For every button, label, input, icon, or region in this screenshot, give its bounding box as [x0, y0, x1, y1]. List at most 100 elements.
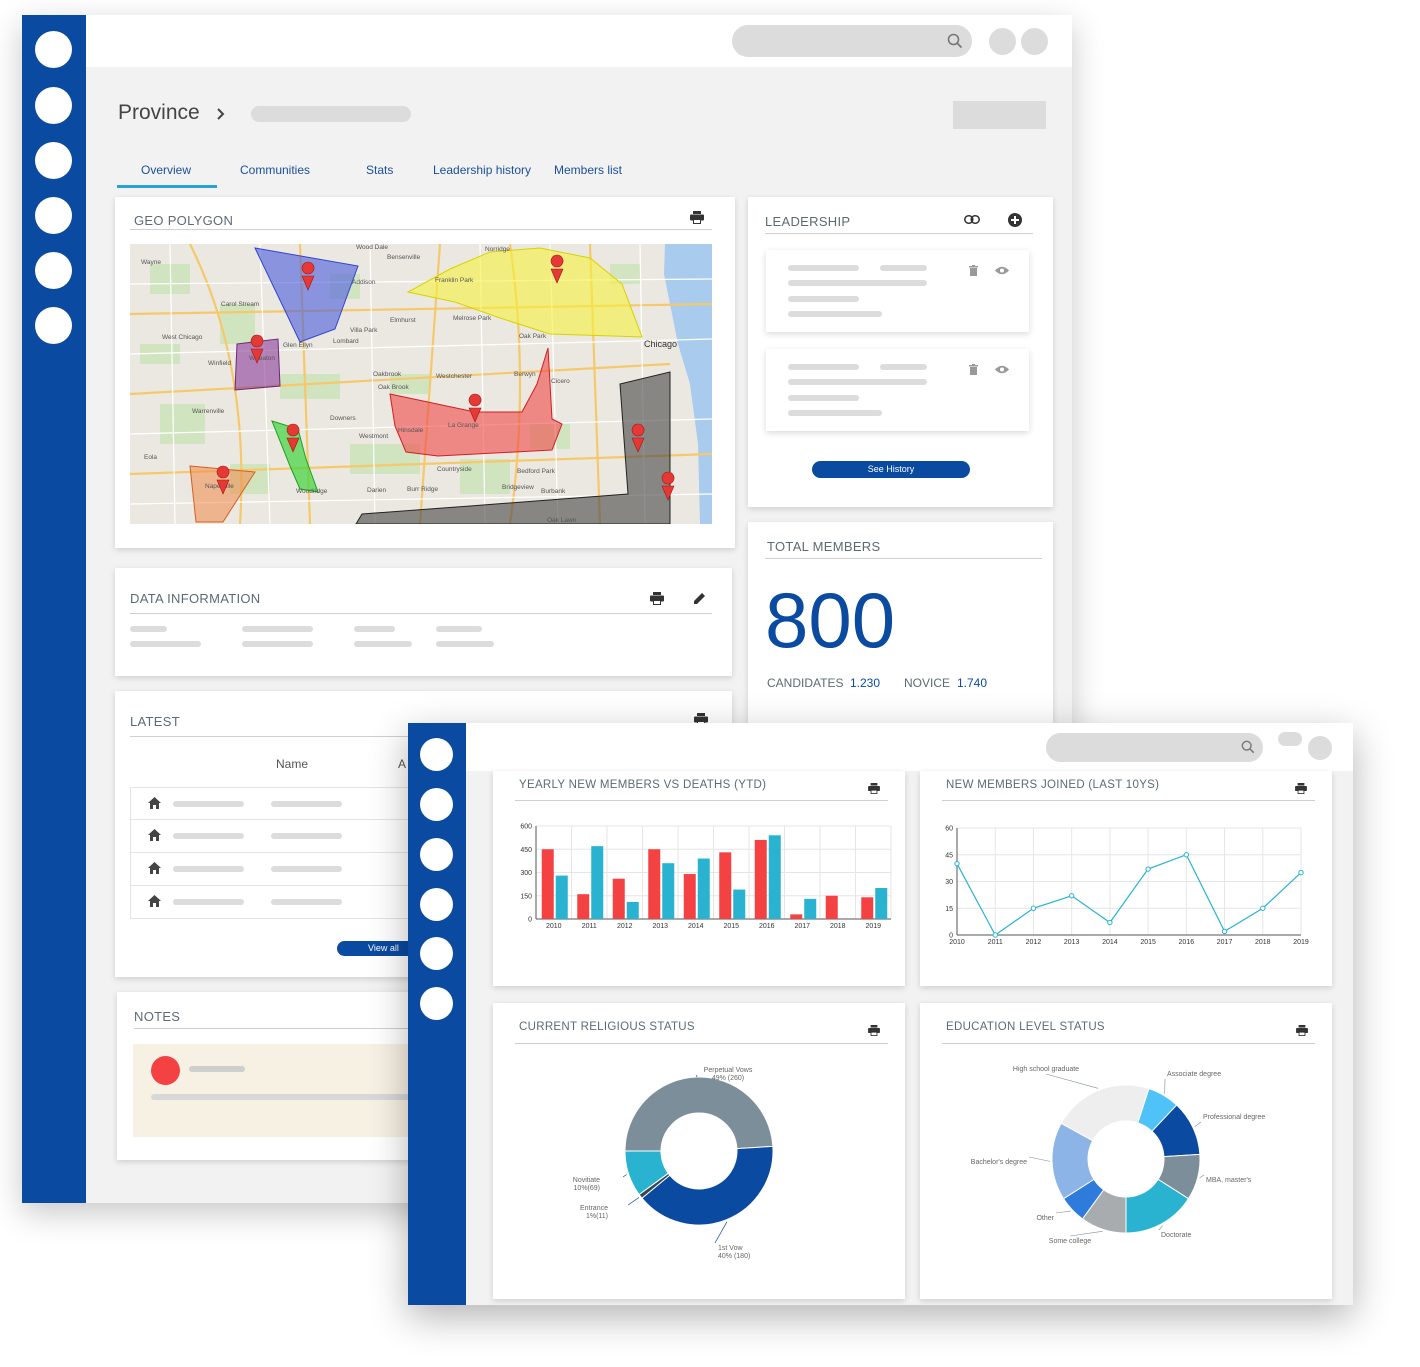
sidebar-item-3[interactable] — [420, 838, 453, 871]
placeholder-line — [271, 833, 342, 839]
print-icon[interactable] — [868, 783, 880, 794]
data-information-title: DATA INFORMATION — [130, 591, 261, 606]
svg-text:Warrenville: Warrenville — [192, 408, 225, 415]
bar — [683, 874, 696, 919]
avatar[interactable] — [1308, 736, 1332, 760]
sidebar-item-6[interactable] — [35, 307, 72, 344]
slice-label: Professional degree — [1203, 1114, 1265, 1121]
yearly-chart-title: YEARLY NEW MEMBERS VS DEATHS (YTD) — [519, 779, 767, 791]
sidebar-item-5[interactable] — [420, 937, 453, 970]
bar — [626, 901, 639, 919]
sidebar-item-4[interactable] — [420, 888, 453, 921]
placeholder-line — [173, 833, 244, 839]
sidebar-item-3[interactable] — [35, 142, 72, 179]
svg-text:Berwyn: Berwyn — [514, 371, 536, 378]
eye-icon[interactable] — [995, 365, 1009, 374]
placeholder-line — [788, 395, 859, 401]
education-chart-card: EDUCATION LEVEL STATUS Associate degree P… — [920, 1003, 1332, 1299]
search-icon[interactable] — [947, 33, 963, 49]
svg-text:Lombard: Lombard — [333, 338, 359, 345]
x-tick-label: 2019 — [865, 923, 881, 930]
print-icon[interactable] — [650, 592, 664, 605]
x-tick-label: 2019 — [1293, 939, 1309, 946]
delete-icon[interactable] — [969, 265, 978, 276]
chevron-right-icon — [217, 108, 225, 120]
breadcrumb-placeholder — [251, 106, 411, 122]
tab-leadership-history[interactable]: Leadership history — [433, 163, 531, 177]
bar — [804, 898, 817, 919]
notifications-button[interactable] — [1278, 732, 1302, 746]
search-icon[interactable] — [1241, 740, 1255, 754]
search-input[interactable] — [732, 25, 972, 57]
data-point — [1068, 893, 1075, 899]
geo-polygon-title: GEO POLYGON — [134, 213, 234, 228]
bar — [555, 875, 568, 919]
bar — [768, 835, 781, 919]
data-point — [1221, 928, 1228, 935]
label-leader-line — [1069, 1230, 1103, 1237]
svg-text:Carol Stream: Carol Stream — [221, 301, 259, 308]
svg-text:Melrose Park: Melrose Park — [453, 315, 492, 322]
add-icon[interactable] — [1008, 213, 1022, 227]
x-tick-label: 2014 — [1102, 939, 1118, 946]
note-text-placeholder — [151, 1094, 431, 1100]
print-icon[interactable] — [690, 211, 704, 224]
x-tick-label: 2013 — [1064, 939, 1080, 946]
tab-overview[interactable]: Overview — [141, 163, 191, 177]
tab-communities[interactable]: Communities — [240, 163, 310, 177]
svg-text:Oakbrook: Oakbrook — [373, 371, 402, 378]
bar — [861, 897, 874, 919]
print-icon[interactable] — [1295, 783, 1307, 794]
edit-icon[interactable] — [693, 591, 707, 605]
placeholder-line — [788, 379, 927, 385]
bar — [662, 863, 675, 919]
svg-text:Woodridge: Woodridge — [296, 488, 328, 495]
placeholder-line — [880, 265, 927, 271]
sidebar-item-1[interactable] — [420, 738, 453, 771]
sidebar-item-4[interactable] — [35, 197, 72, 234]
placeholder-line — [788, 296, 859, 302]
divider — [765, 558, 1042, 559]
leader-item[interactable] — [766, 250, 1029, 332]
sidebar-item-2[interactable] — [35, 87, 72, 124]
sidebar-item-5[interactable] — [35, 252, 72, 289]
y-tick-label: 450 — [520, 847, 532, 854]
slice-label: Associate degree — [1167, 1071, 1221, 1078]
avatar[interactable] — [1021, 28, 1048, 55]
tab-members-list[interactable]: Members list — [554, 163, 622, 177]
sidebar-item-1[interactable] — [35, 31, 72, 68]
religious-chart-card: CURRENT RELIGIOUS STATUS Perpetual Vows 4… — [493, 1003, 905, 1299]
delete-icon[interactable] — [969, 364, 978, 375]
leader-item[interactable] — [766, 349, 1029, 431]
home-icon — [148, 829, 161, 841]
svg-text:Oak Brook: Oak Brook — [378, 384, 409, 391]
header-action-button[interactable] — [953, 101, 1046, 129]
candidates-value: 1.230 — [850, 676, 881, 690]
print-icon[interactable] — [868, 1025, 880, 1036]
tab-stats[interactable]: Stats — [366, 163, 393, 177]
sidebar-item-6[interactable] — [420, 987, 453, 1020]
placeholder-line — [788, 265, 859, 271]
svg-text:Westchester: Westchester — [436, 373, 473, 380]
education-chart-title: EDUCATION LEVEL STATUS — [946, 1021, 1105, 1033]
see-history-button[interactable]: See History — [812, 461, 970, 478]
svg-text:Countryside: Countryside — [437, 466, 472, 473]
notifications-button[interactable] — [989, 28, 1016, 55]
map-view[interactable]: Wood Dale Bensenville Norridge Wayne Addiso… — [130, 244, 712, 524]
bar — [825, 895, 838, 919]
bar — [754, 839, 767, 919]
link-icon[interactable] — [964, 215, 980, 224]
placeholder-line — [436, 641, 494, 647]
home-icon — [148, 895, 161, 907]
x-tick-label: 2011 — [582, 923, 597, 930]
bar — [648, 849, 661, 919]
sidebar-item-2[interactable] — [420, 788, 453, 821]
svg-text:Villa Park: Villa Park — [350, 327, 378, 334]
data-information-card: DATA INFORMATION — [115, 568, 732, 676]
eye-icon[interactable] — [995, 266, 1009, 275]
yearly-chart-card: YEARLY NEW MEMBERS VS DEATHS (YTD) 0 150 3… — [493, 771, 905, 986]
label-leader-line — [1199, 1174, 1205, 1179]
latest-title: LATEST — [130, 714, 180, 729]
search-input[interactable] — [1046, 733, 1263, 762]
print-icon[interactable] — [1296, 1025, 1308, 1036]
